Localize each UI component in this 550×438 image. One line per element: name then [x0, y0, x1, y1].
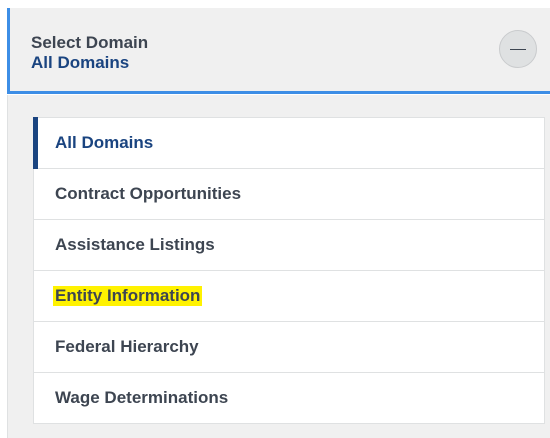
domain-list: All Domains Contract Opportunities Assis… — [33, 117, 545, 424]
domain-item-label: Federal Hierarchy — [55, 337, 199, 356]
select-domain-label: Select Domain — [31, 33, 149, 52]
domain-options-panel: All Domains Contract Opportunities Assis… — [7, 95, 550, 438]
domain-item-entity-information[interactable]: Entity Information — [34, 271, 544, 322]
domain-item-label: Wage Determinations — [55, 388, 229, 407]
collapse-button[interactable] — [499, 30, 537, 68]
header-accent-bar — [7, 8, 10, 94]
selected-domain-value: All Domains — [31, 53, 130, 72]
domain-item-assistance-listings[interactable]: Assistance Listings — [34, 220, 544, 271]
domain-item-contract-opportunities[interactable]: Contract Opportunities — [34, 169, 544, 220]
domain-item-federal-hierarchy[interactable]: Federal Hierarchy — [34, 322, 544, 373]
domain-item-label: All Domains — [55, 133, 154, 152]
minus-icon — [510, 49, 526, 50]
domain-selector-header[interactable]: Select Domain All Domains — [7, 8, 550, 94]
domain-item-wage-determinations[interactable]: Wage Determinations — [34, 373, 544, 423]
domain-item-label: Assistance Listings — [55, 235, 215, 254]
domain-item-all-domains[interactable]: All Domains — [33, 117, 544, 169]
domain-item-label: Entity Information — [53, 286, 203, 306]
domain-item-label: Contract Opportunities — [55, 184, 242, 203]
domain-selector-page: Select Domain All Domains All Domains Co… — [0, 0, 550, 438]
